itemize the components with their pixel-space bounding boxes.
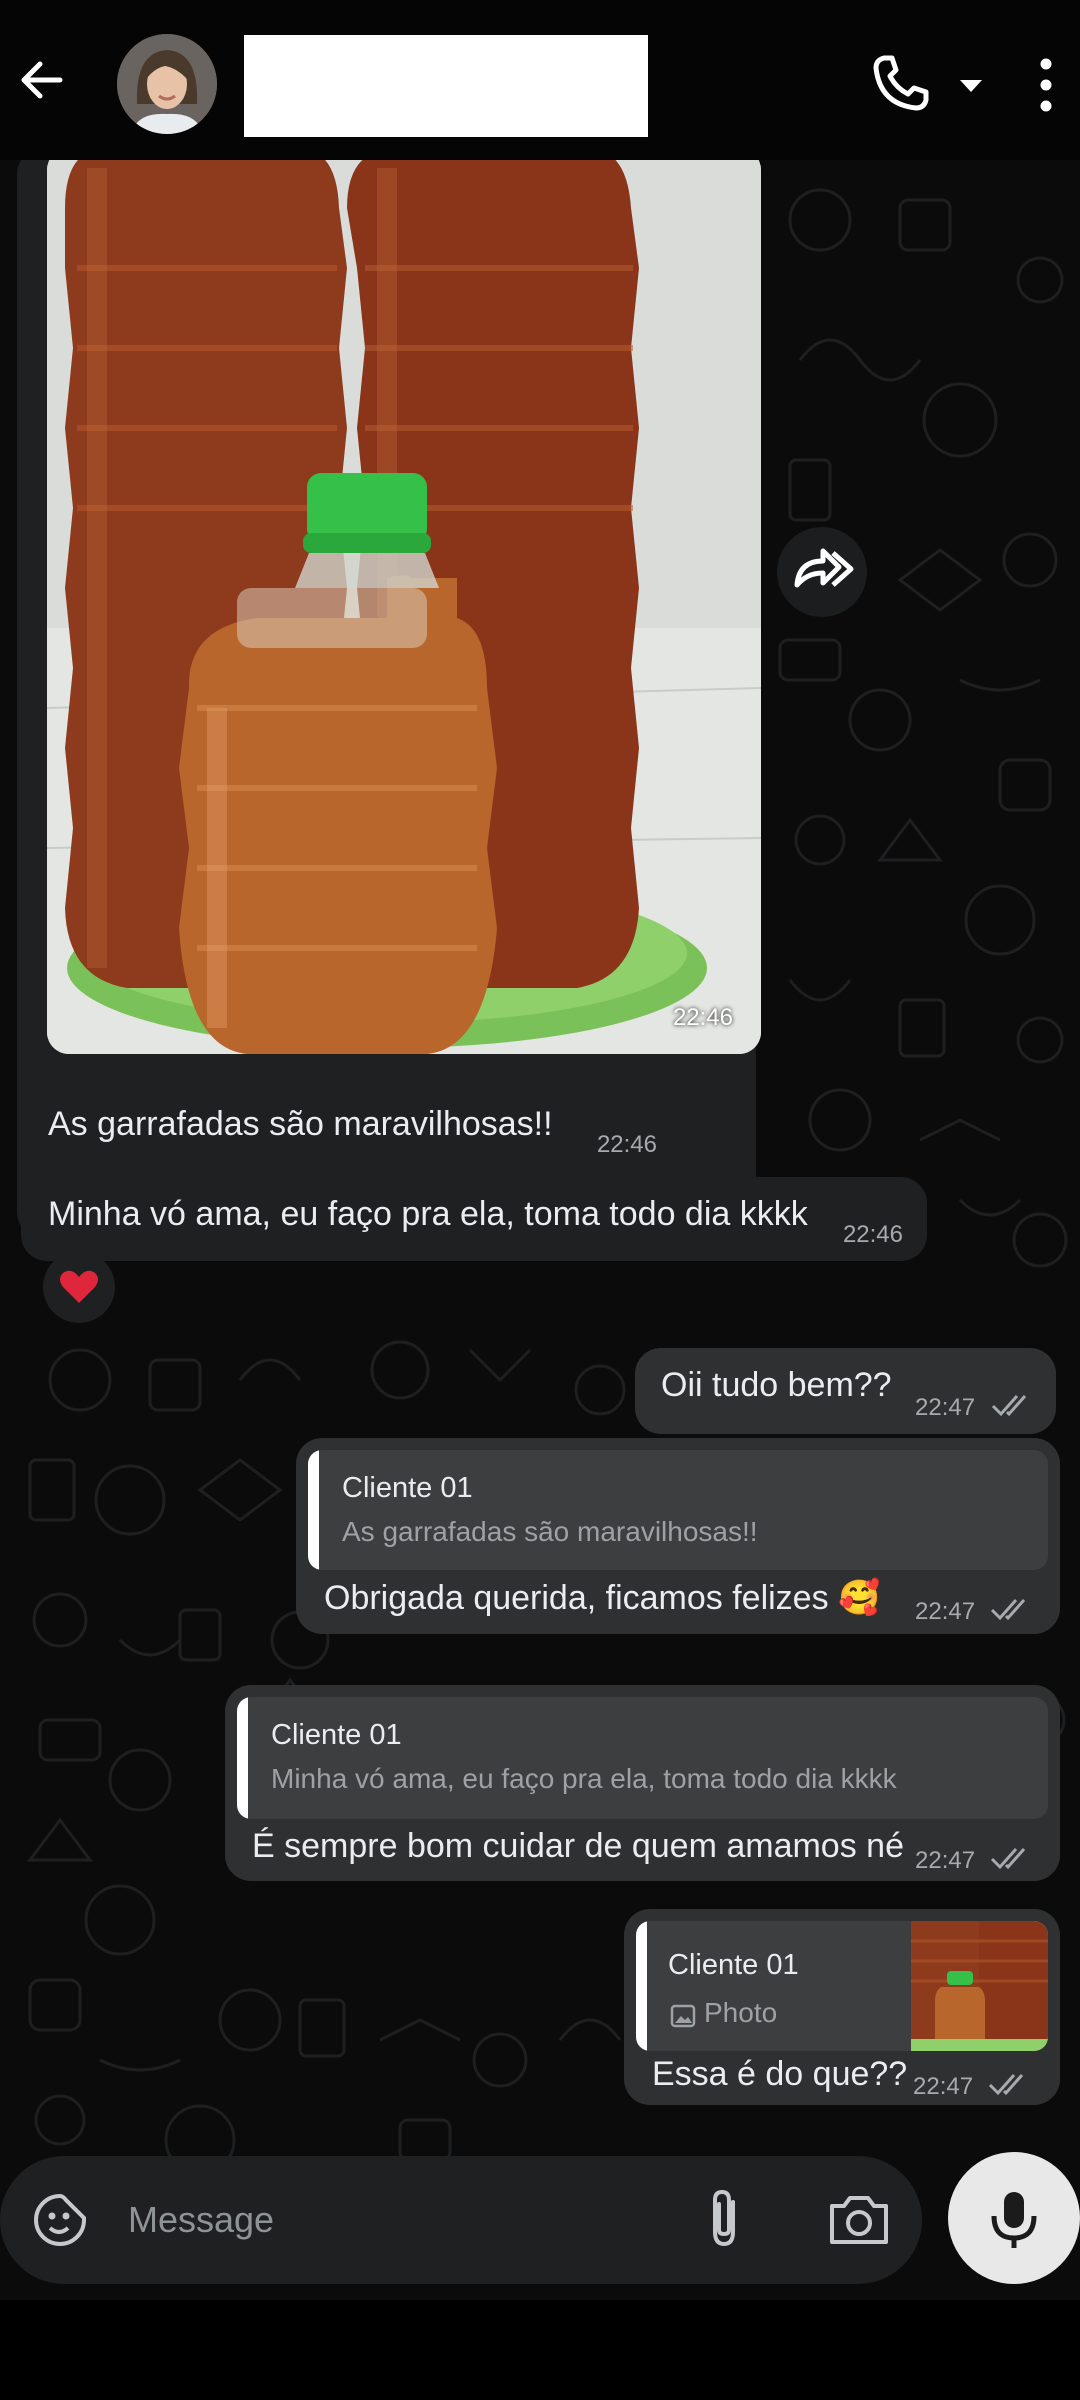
sticker-emoji-icon[interactable] [30, 2190, 90, 2250]
photo-icon [670, 2004, 696, 2028]
forward-button[interactable] [777, 527, 867, 617]
double-check-icon [991, 1395, 1027, 1417]
message-text: Essa é do que?? [652, 2055, 908, 2093]
chevron-down-icon[interactable] [958, 72, 984, 98]
outgoing-reply-message[interactable]: Cliente 01 Minha vó ama, eu faço pra ela… [225, 1685, 1060, 1881]
message-time: 22:47 [915, 1598, 976, 1625]
paperclip-icon[interactable] [695, 2186, 753, 2252]
message-composer [0, 2156, 922, 2284]
outgoing-message[interactable]: Oii tudo bem?? 22:47 [635, 1348, 1056, 1434]
photo-thumbnail [911, 1921, 1048, 2051]
quote-author: Cliente 01 [271, 1719, 402, 1751]
message-text: É sempre bom cuidar de quem amamos né [252, 1827, 904, 1865]
quote-author: Cliente 01 [668, 1949, 799, 1981]
more-options-icon[interactable] [1022, 54, 1070, 116]
quote-text: Minha vó ama, eu faço pra ela, toma todo… [271, 1763, 897, 1794]
back-arrow-icon[interactable] [14, 52, 70, 108]
message-time: 22:47 [915, 1394, 976, 1421]
quoted-message[interactable]: Cliente 01 Minha vó ama, eu faço pra ela… [237, 1697, 1048, 1819]
double-check-icon [990, 1599, 1026, 1621]
incoming-image-message[interactable]: 22:46 [17, 160, 761, 1238]
chat-header [0, 0, 1080, 160]
outgoing-reply-message[interactable]: Cliente 01 Photo Essa é do que?? 22:47 [624, 1909, 1060, 2105]
message-text: Minha vó ama, eu faço pra ela, toma todo… [48, 1195, 808, 1233]
message-time: 22:46 [842, 1221, 903, 1248]
microphone-button[interactable] [948, 2152, 1080, 2284]
quote-text: Photo [704, 1997, 778, 2028]
double-check-icon [990, 1848, 1026, 1870]
incoming-message[interactable]: As garrafadas são maravilhosas!! 22:46 [21, 1087, 681, 1171]
message-text: Obrigada querida, ficamos felizes 🥰 [324, 1579, 881, 1617]
incoming-message[interactable]: Minha vó ama, eu faço pra ela, toma todo… [21, 1177, 927, 1261]
phone-icon[interactable] [870, 52, 932, 114]
message-time: 22:47 [913, 2073, 974, 2100]
message-input[interactable] [128, 2190, 648, 2250]
system-navigation-bar [0, 2300, 1080, 2400]
microphone-icon [991, 2192, 1037, 2248]
quote-bar [636, 1921, 647, 2051]
quote-bar [237, 1697, 248, 1819]
message-text: As garrafadas são maravilhosas!! [48, 1105, 553, 1143]
double-check-icon [988, 2074, 1024, 2096]
quote-bar [308, 1450, 319, 1570]
contact-avatar[interactable] [117, 34, 217, 134]
outgoing-reply-message[interactable]: Cliente 01 As garrafadas são maravilhosa… [296, 1438, 1060, 1634]
chat-area[interactable]: 22:46 As garrafadas são maravilhosas!! 2… [0, 160, 1080, 2300]
quoted-message[interactable]: Cliente 01 As garrafadas são maravilhosa… [308, 1450, 1048, 1570]
heart-reaction-icon[interactable] [43, 1251, 115, 1323]
message-text: Oii tudo bem?? [661, 1366, 892, 1404]
quoted-photo-message[interactable]: Cliente 01 Photo [636, 1921, 1048, 2051]
contact-name[interactable] [244, 35, 648, 137]
camera-icon[interactable] [826, 2190, 892, 2250]
message-time: 22:46 [672, 1004, 733, 1031]
bottles-photo[interactable]: 22:46 [47, 160, 761, 1054]
message-time: 22:47 [915, 1847, 976, 1874]
quote-text: As garrafadas são maravilhosas!! [342, 1516, 758, 1547]
message-time: 22:46 [596, 1131, 657, 1158]
quote-author: Cliente 01 [342, 1472, 473, 1504]
